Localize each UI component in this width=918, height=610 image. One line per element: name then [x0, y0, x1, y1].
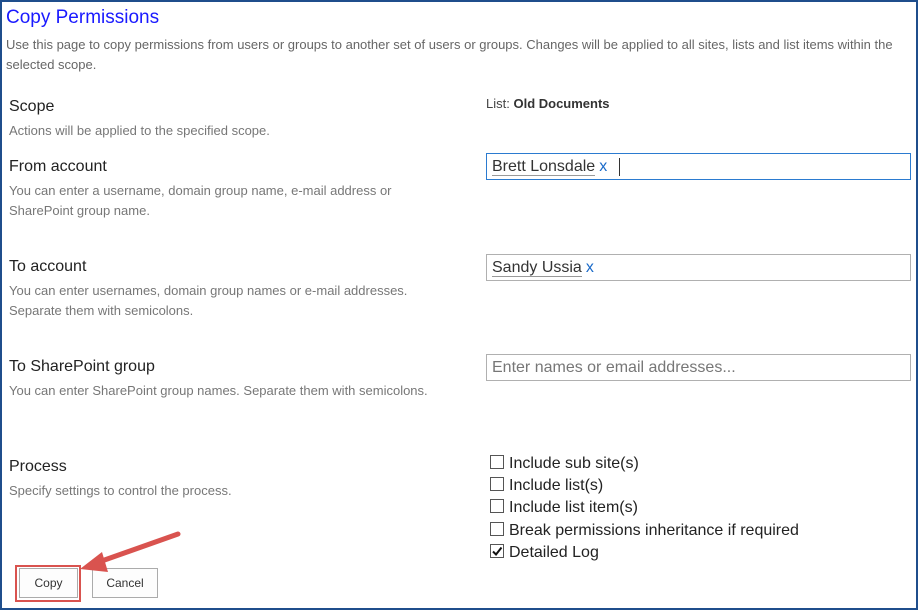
scope-value-prefix: List: — [486, 96, 510, 111]
scope-value: List: Old Documents — [486, 96, 610, 111]
to-account-entity: Sandy Ussia — [492, 259, 582, 277]
from-account-label: From account — [9, 158, 107, 175]
page-intro: Use this page to copy permissions from u… — [6, 37, 893, 72]
to-group-desc: You can enter SharePoint group names. Se… — [9, 383, 428, 398]
remove-from-entity-button[interactable]: x — [599, 158, 607, 175]
option-label: Detailed Log — [509, 544, 599, 561]
option-break-inheritance[interactable]: Break permissions inheritance if require… — [490, 520, 799, 542]
to-account-desc: You can enter usernames, domain group na… — [9, 283, 408, 318]
checkbox[interactable] — [490, 499, 504, 514]
annotation-arrow-icon — [80, 531, 181, 572]
to-group-label: To SharePoint group — [9, 358, 155, 375]
from-account-entity: Brett Lonsdale — [492, 158, 596, 176]
checkmark-icon — [492, 547, 503, 557]
option-include-list-items[interactable]: Include list item(s) — [490, 497, 638, 519]
option-label: Include sub site(s) — [509, 455, 639, 472]
to-account-field[interactable]: Sandy Ussia x — [486, 254, 911, 281]
scope-desc: Actions will be applied to the specified… — [9, 123, 270, 138]
option-include-lists[interactable]: Include list(s) — [490, 475, 603, 497]
text-caret — [619, 157, 621, 176]
to-group-placeholder: Enter names or email addresses... — [492, 359, 736, 376]
process-label: Process — [9, 458, 67, 475]
checkbox-checked[interactable] — [490, 544, 504, 559]
option-label: Include list item(s) — [509, 499, 638, 516]
from-account-desc: You can enter a username, domain group n… — [9, 183, 392, 218]
to-group-field[interactable]: Enter names or email addresses... — [486, 354, 911, 381]
copy-button[interactable]: Copy — [19, 568, 78, 598]
remove-to-entity-button[interactable]: x — [586, 259, 594, 276]
option-label: Break permissions inheritance if require… — [509, 522, 799, 539]
process-desc: Specify settings to control the process. — [9, 483, 232, 498]
option-detailed-log[interactable]: Detailed Log — [490, 542, 599, 564]
scope-label: Scope — [9, 98, 55, 115]
checkbox[interactable] — [490, 455, 504, 470]
scope-value-name: Old Documents — [513, 96, 610, 111]
checkbox[interactable] — [490, 522, 504, 537]
to-account-label: To account — [9, 258, 87, 275]
option-include-sub-sites[interactable]: Include sub site(s) — [490, 453, 639, 475]
page-title: Copy Permissions — [6, 7, 160, 28]
from-account-field[interactable]: Brett Lonsdale x — [486, 153, 911, 180]
option-label: Include list(s) — [509, 477, 604, 494]
checkbox[interactable] — [490, 477, 504, 492]
